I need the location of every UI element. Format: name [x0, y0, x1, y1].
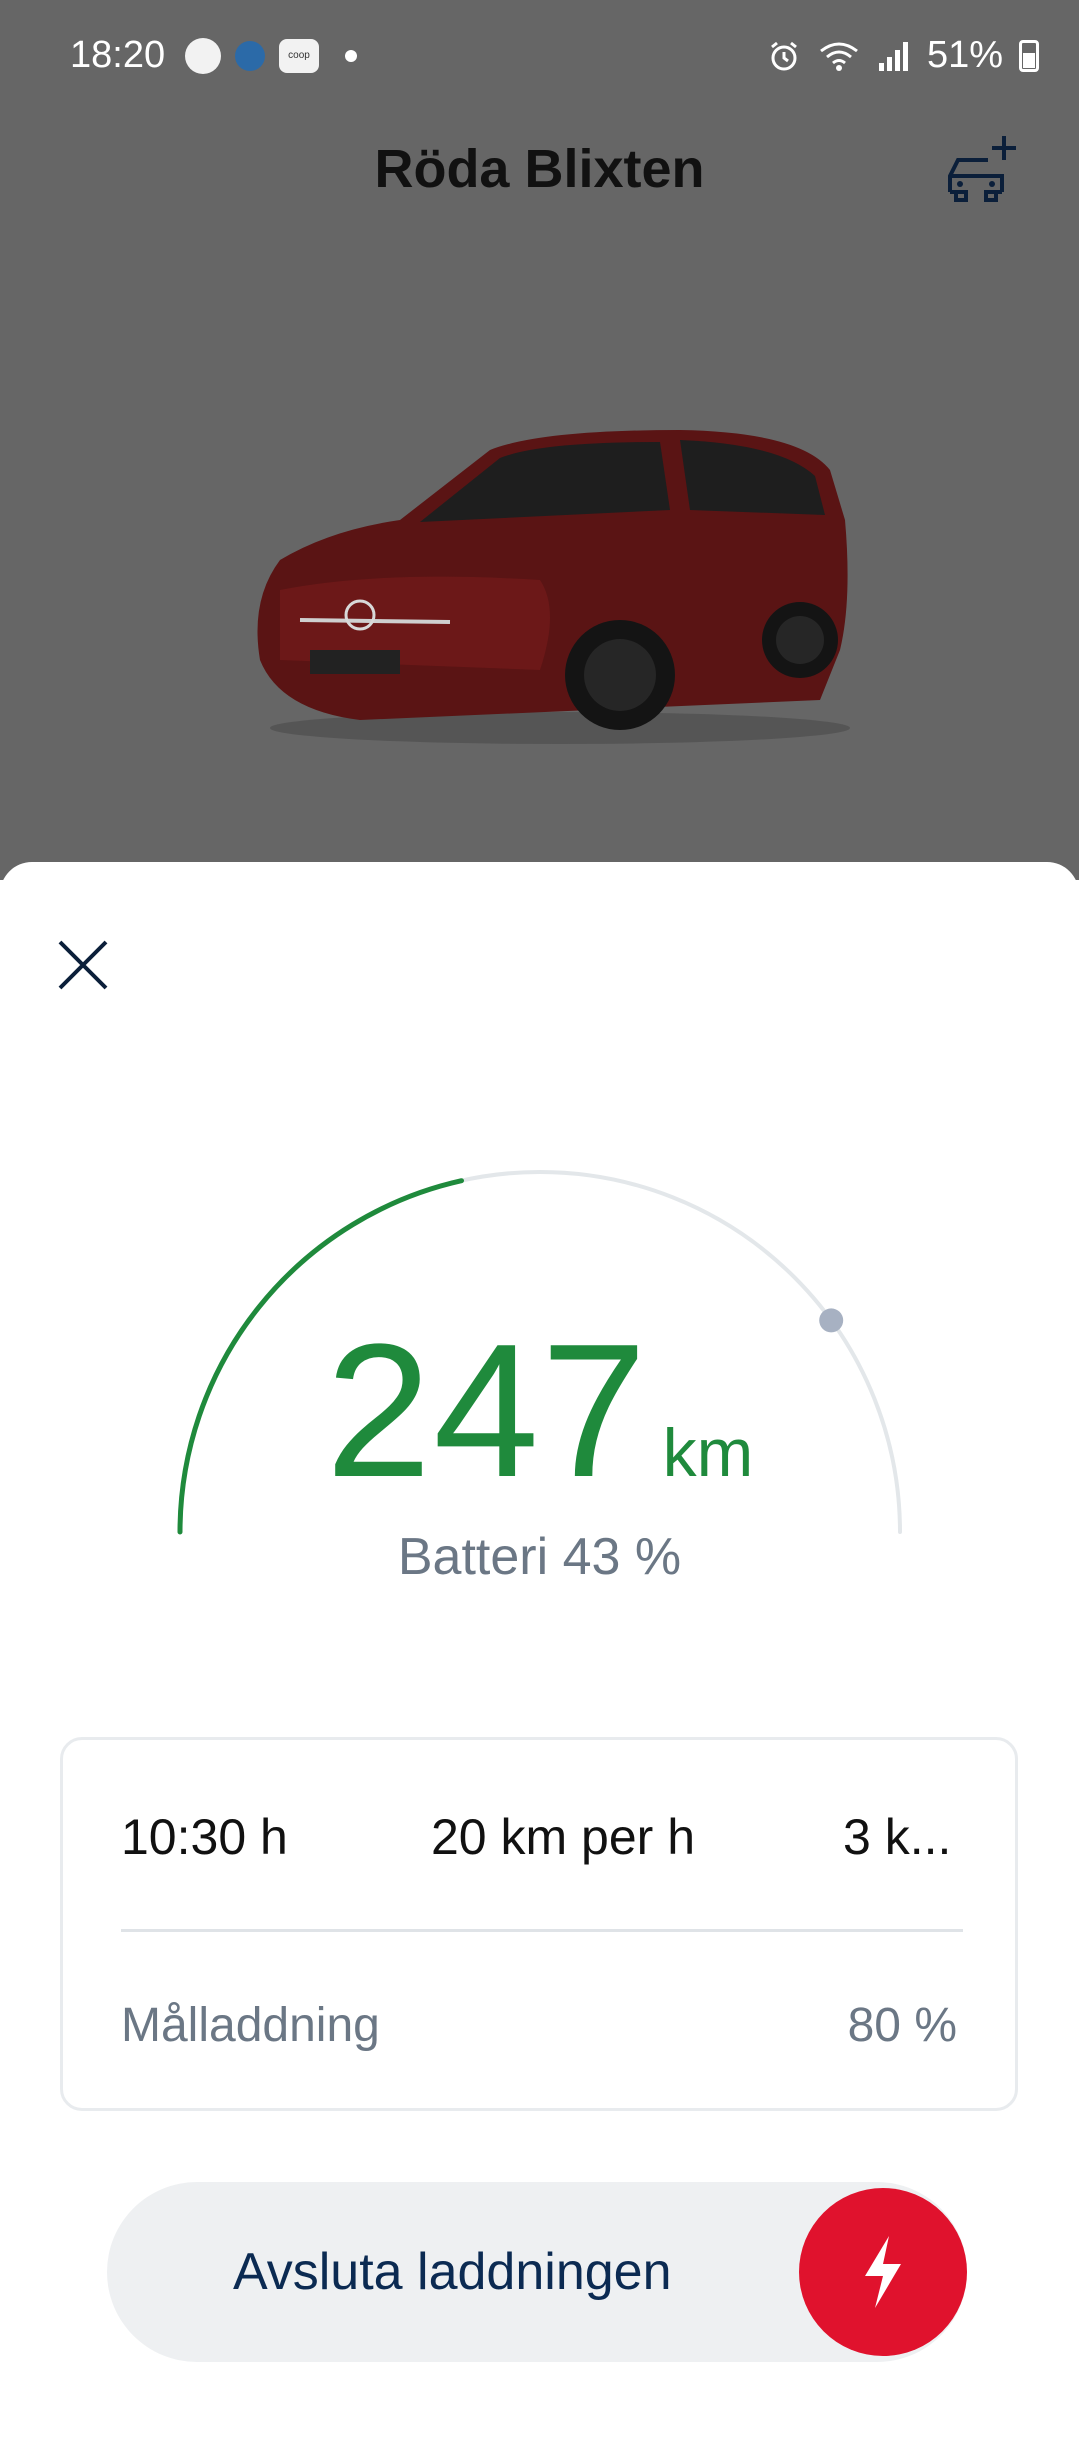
- battery-percent: 51%: [926, 34, 1003, 76]
- target-charge-label: Målladdning: [121, 1999, 380, 2052]
- range-display: 247 km: [0, 1302, 1079, 1520]
- charging-power: 3 k...: [843, 1809, 952, 1865]
- page-title: Röda Blixten: [374, 139, 705, 199]
- time-remaining: 10:30 h: [121, 1809, 288, 1865]
- stop-charging-slider-handle[interactable]: [799, 2188, 967, 2356]
- add-car-icon[interactable]: [942, 130, 1022, 210]
- charging-speed: 20 km per h: [431, 1809, 696, 1865]
- alarm-icon: [771, 41, 797, 70]
- battery-level-label: Batteri 43 %: [397, 1528, 682, 1586]
- close-icon[interactable]: [50, 932, 116, 998]
- range-value: 247: [325, 1305, 649, 1517]
- stop-charging-label: Avsluta laddningen: [233, 2243, 672, 2301]
- divider: [121, 1929, 963, 1932]
- more-notifications-dot-icon: [345, 50, 357, 62]
- status-time: 18:20: [70, 34, 166, 76]
- vehicle-overview-dimmed: 18:20 coop 51% Röda Blixten: [0, 0, 1079, 880]
- status-bar: 18:20 coop 51%: [0, 0, 1079, 110]
- charging-screen: 18:20 coop 51% Röda Blixten 247 km Batte…: [0, 0, 1079, 2458]
- wifi-icon: [820, 42, 858, 71]
- range-unit: km: [662, 1415, 754, 1491]
- coop-notification-icon: coop: [279, 39, 319, 73]
- phone-battery-icon: [1019, 39, 1039, 72]
- vehicle-image: [257, 430, 850, 744]
- charging-stats-row: 10:30 h 20 km per h 3 k...: [63, 1740, 1021, 1930]
- signal-icon: [878, 41, 908, 71]
- app-notification-icon: [235, 41, 265, 71]
- charging-info-card: 10:30 h 20 km per h 3 k... Målladdning 8…: [60, 1737, 1018, 2111]
- stop-charging-button[interactable]: Avsluta laddningen: [107, 2182, 967, 2362]
- target-charge-value[interactable]: 80 %: [848, 1998, 957, 2053]
- lightning-icon: [865, 2236, 901, 2308]
- app-notification-icon: [185, 38, 221, 74]
- notification-icons: coop: [185, 38, 357, 74]
- system-status-icons: 51%: [767, 34, 1039, 77]
- charging-bottom-sheet: 247 km Batteri 43 % 10:30 h 20 km per h 3…: [0, 862, 1079, 2458]
